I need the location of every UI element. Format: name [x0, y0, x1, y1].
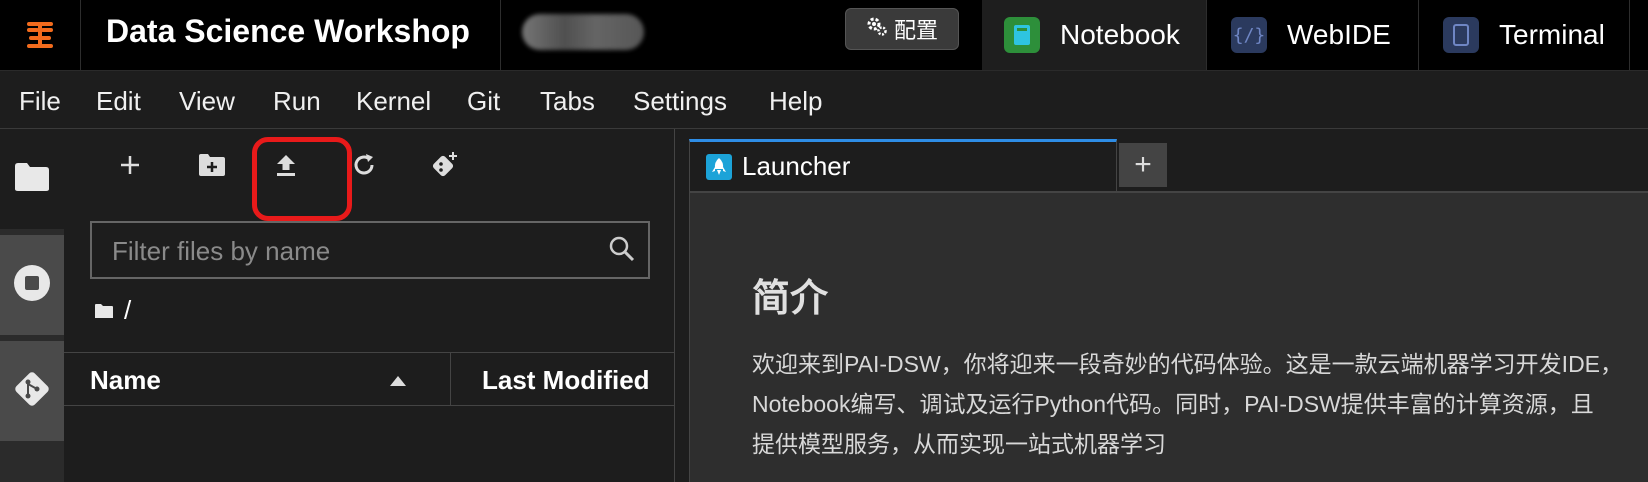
menu-kernel[interactable]: Kernel [356, 71, 431, 128]
search-icon [608, 235, 636, 268]
menu-view[interactable]: View [179, 71, 235, 128]
menu-git[interactable]: Git [467, 71, 500, 128]
menu-help[interactable]: Help [769, 71, 822, 128]
folder-icon [14, 162, 50, 197]
code-icon: {/} [1231, 17, 1267, 53]
blurred-instance-name [522, 14, 644, 50]
sort-ascending-icon[interactable] [390, 373, 406, 391]
file-list-header: Name Last Modified [64, 352, 674, 406]
add-tab-button[interactable]: + [1119, 143, 1167, 187]
intro-line-3: 提供模型服务，从而实现一站式机器学习 [752, 431, 1166, 457]
new-folder-icon [198, 153, 226, 182]
git-icon [11, 368, 53, 415]
tab-notebook-label: Notebook [1060, 19, 1180, 50]
tab-launcher[interactable]: Launcher [689, 139, 1117, 191]
tab-terminal[interactable]: Terminal [1418, 0, 1630, 70]
notebook-icon [1004, 17, 1040, 53]
tab-webide-label: WebIDE [1287, 19, 1391, 50]
upload-icon [274, 153, 298, 182]
activity-bar [0, 129, 64, 482]
app-title: Data Science Workshop [106, 13, 470, 49]
breadcrumb-root[interactable]: / [124, 295, 131, 326]
new-folder-button[interactable] [186, 141, 238, 193]
menu-run[interactable]: Run [273, 71, 321, 128]
tab-notebook[interactable]: Notebook [982, 0, 1206, 70]
column-name-header[interactable]: Name [90, 353, 161, 405]
file-browser-button[interactable] [0, 129, 64, 229]
tab-webide[interactable]: {/} WebIDE [1206, 0, 1418, 70]
new-launcher-button[interactable] [104, 141, 156, 193]
intro-line-2: Notebook编写、调试及运行Python代码。同时，PAI-DSW提供丰富的… [752, 391, 1594, 417]
pai-logo-icon[interactable] [0, 0, 81, 70]
column-divider [450, 353, 451, 405]
top-bar: Data Science Workshop 配置 Notebook {/} We… [0, 0, 1648, 71]
rocket-icon [706, 153, 732, 180]
document-tab-bar: Launcher + [689, 129, 1648, 193]
menu-settings[interactable]: Settings [633, 71, 727, 128]
menu-tabs[interactable]: Tabs [540, 71, 595, 128]
stop-circle-icon [12, 263, 52, 308]
main-area: Launcher + 简介 欢迎来到PAI-DSW，你将迎来一段奇妙的代码体验。… [675, 129, 1648, 482]
file-browser-panel: / Name Last Modified [64, 129, 675, 482]
refresh-button[interactable] [338, 141, 390, 193]
refresh-icon [351, 152, 377, 183]
menu-bar: File Edit View Run Kernel Git Tabs Setti… [0, 71, 1648, 129]
new-launcher-icon [119, 154, 141, 181]
running-sessions-button[interactable] [0, 235, 64, 335]
terminal-icon [1443, 17, 1479, 53]
launcher-body: 简介 欢迎来到PAI-DSW，你将迎来一段奇妙的代码体验。这是一款云端机器学习开… [689, 193, 1648, 482]
config-label: 配置 [893, 18, 938, 43]
divider [500, 0, 501, 70]
breadcrumb[interactable]: / [94, 295, 131, 325]
tab-launcher-label: Launcher [742, 151, 851, 181]
menu-file[interactable]: File [19, 71, 61, 128]
menu-edit[interactable]: Edit [96, 71, 141, 128]
filter-files-input-box [90, 221, 650, 279]
upload-button[interactable] [260, 141, 312, 193]
tab-terminal-label: Terminal [1499, 19, 1605, 50]
git-clone-button[interactable] [418, 141, 470, 193]
git-clone-icon [429, 150, 459, 185]
folder-small-icon [94, 295, 114, 326]
filter-files-input[interactable] [110, 223, 594, 279]
gear-icon [866, 15, 888, 43]
config-button[interactable]: 配置 [845, 8, 959, 50]
git-panel-button[interactable] [0, 341, 64, 441]
intro-line-1: 欢迎来到PAI-DSW，你将迎来一段奇妙的代码体验。这是一款云端机器学习开发ID… [752, 351, 1624, 377]
intro-title: 简介 [752, 278, 829, 320]
column-last-modified-header[interactable]: Last Modified [482, 353, 650, 405]
